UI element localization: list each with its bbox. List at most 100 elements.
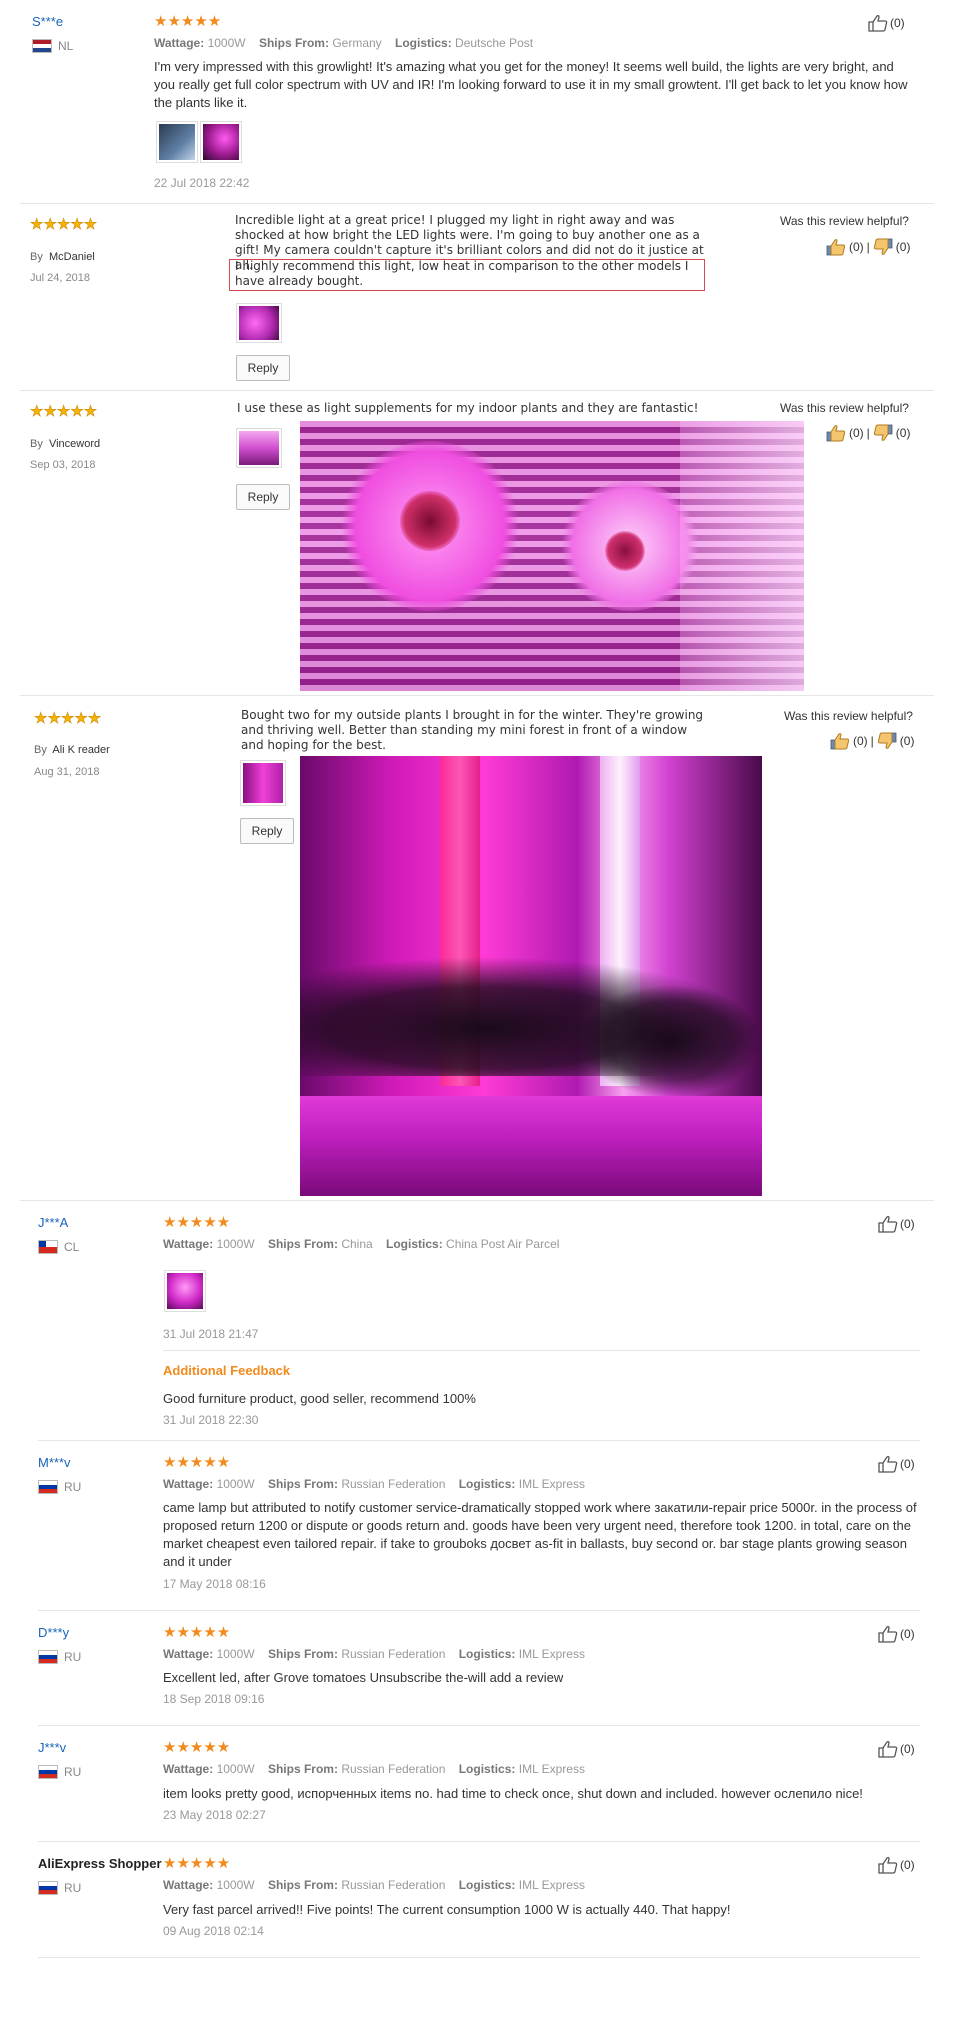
helpful-votes: (0) | (0) [826,424,910,442]
like-count: (0) [890,16,905,30]
star-rating: ★★★★★ [34,710,102,727]
reviewer-country: RU [38,1480,81,1494]
like-button[interactable]: (0) [878,1215,915,1233]
russia-flag-icon [38,1765,58,1779]
star-rating: ★★★★★ [154,13,222,30]
helpful-prompt: Was this review helpful? [780,214,909,228]
additional-feedback-date: 31 Jul 2018 22:30 [163,1413,259,1427]
thumbs-up-icon [878,1740,898,1758]
country-code: RU [64,1650,82,1664]
thumbs-up-icon [878,1856,898,1874]
reviewer-name: J***A [38,1215,69,1230]
reviewer-name: S***e [32,14,64,29]
star-rating: ★★★★★ [30,216,98,233]
review-text: Bought two for my outside plants I broug… [241,708,704,752]
order-info: Wattage: 1000W Ships From: Russian Feder… [163,1477,585,1491]
review-photo-thumbnail[interactable] [236,428,282,468]
like-count: (0) [900,1858,915,1872]
review-photo-thumbnail[interactable] [236,303,282,343]
reviewer-country: RU [38,1881,81,1895]
like-count: (0) [900,1742,915,1756]
reviewer-country: CL [38,1240,79,1254]
star-rating: ★★★★★ [30,403,98,420]
country-code: RU [64,1881,82,1895]
russia-flag-icon [38,1650,58,1664]
helpful-prompt: Was this review helpful? [780,401,909,415]
thumbs-down-icon[interactable] [873,238,893,256]
highlight-box [229,259,705,291]
country-code: NL [58,39,74,53]
reviewer-country: RU [38,1765,81,1779]
like-button[interactable]: (0) [878,1455,915,1473]
review-date: 31 Jul 2018 21:47 [163,1327,259,1341]
country-code: CL [64,1240,80,1254]
helpful-prompt: Was this review helpful? [784,709,913,723]
review-photo-thumbnail[interactable] [240,760,286,806]
reviewer-name: AliExpress Shopper [38,1856,162,1871]
reviewer-country: NL [32,39,73,53]
chile-flag-icon [38,1240,58,1254]
review-photo-thumbnail[interactable] [156,121,198,163]
additional-feedback-text: Good furniture product, good seller, rec… [163,1391,476,1406]
thumbs-up-icon [878,1625,898,1643]
like-count: (0) [900,1217,915,1231]
review-photo-orchids[interactable] [300,421,804,691]
reviewer-name: By McDaniel [30,251,95,263]
review-text: I'm very impressed with this growlight! … [154,59,908,110]
star-rating: ★★★★★ [163,1855,231,1872]
review-text: Very fast parcel arrived!! Five points! … [163,1902,731,1917]
star-rating: ★★★★★ [163,1624,231,1641]
reviewer-country: RU [38,1650,81,1664]
order-info: Wattage: 1000W Ships From: Russian Feder… [163,1762,585,1776]
order-info: Wattage: 1000W Ships From: China Logisti… [163,1237,560,1251]
reply-button[interactable]: Reply [240,818,294,844]
order-info: Wattage: 1000W Ships From: Russian Feder… [163,1647,585,1661]
review-photo-thumbnail[interactable] [200,121,242,163]
review-text: I use these as light supplements for my … [237,401,699,415]
order-info: Wattage: 1000W Ships From: Russian Feder… [163,1878,585,1892]
like-button[interactable]: (0) [878,1856,915,1874]
additional-feedback-title: Additional Feedback [163,1363,291,1378]
like-button[interactable]: (0) [878,1740,915,1758]
reply-button[interactable]: Reply [236,484,290,510]
thumbs-down-icon[interactable] [877,732,897,750]
reviewer-name: D***y [38,1625,70,1640]
netherlands-flag-icon [32,39,52,53]
reviewer-name: By Vinceword [30,438,101,450]
like-button[interactable]: (0) [878,1625,915,1643]
review-text: Excellent led, after Grove tomatoes Unsu… [163,1670,564,1685]
review-date: 09 Aug 2018 02:14 [163,1924,264,1938]
reviewer-name: By Ali K reader [34,744,110,756]
reviewer-name: M***v [38,1455,71,1470]
helpful-votes: (0) | (0) [830,732,914,750]
country-code: RU [64,1765,82,1779]
review-text: item looks pretty good, испорченных item… [163,1786,863,1801]
review-photo-thumbnail[interactable] [164,1270,206,1312]
thumbs-up-icon [878,1455,898,1473]
russia-flag-icon [38,1480,58,1494]
thumbs-down-icon[interactable] [873,424,893,442]
like-button[interactable]: (0) [868,14,905,32]
review-date: 23 May 2018 02:27 [163,1808,266,1822]
order-info: Wattage: 1000W Ships From: Germany Logis… [154,36,534,50]
thumbs-up-icon[interactable] [826,238,846,256]
review-date: Jul 24, 2018 [30,272,90,284]
review-date: Sep 03, 2018 [30,459,96,471]
thumbs-up-icon[interactable] [830,732,850,750]
reply-button[interactable]: Reply [236,355,290,381]
thumbs-up-icon [878,1215,898,1233]
like-count: (0) [900,1627,915,1641]
like-count: (0) [900,1457,915,1471]
russia-flag-icon [38,1881,58,1895]
review-date: 17 May 2018 08:16 [163,1577,266,1591]
review-date: Aug 31, 2018 [34,766,100,778]
review-photo-plants[interactable] [300,756,762,1196]
helpful-votes: (0) | (0) [826,238,910,256]
reviewer-name: J***v [38,1740,67,1755]
star-rating: ★★★★★ [163,1454,231,1471]
thumbs-up-icon[interactable] [826,424,846,442]
review-text: came lamp but attributed to notify custo… [163,1500,917,1569]
country-code: RU [64,1480,82,1494]
thumbs-up-icon [868,14,888,32]
star-rating: ★★★★★ [163,1214,231,1231]
